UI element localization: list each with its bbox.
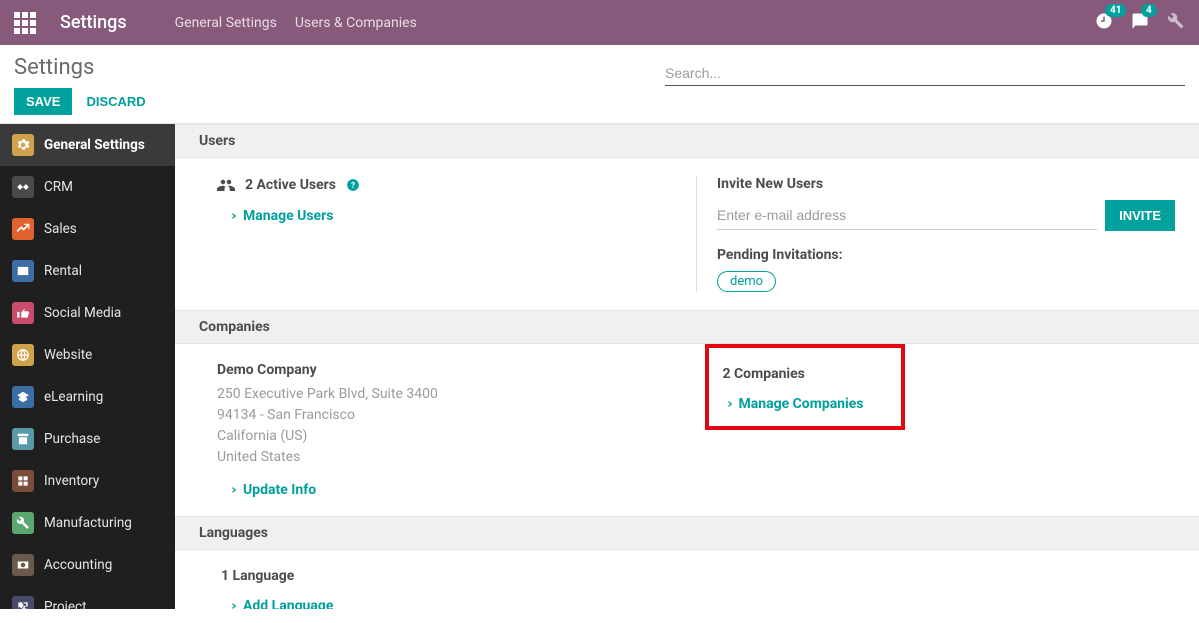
active-users-count: 2 Active Users (245, 177, 336, 193)
users-icon (217, 176, 235, 194)
companies-count: 2 Companies (723, 366, 887, 382)
add-language-link[interactable]: Add Language (227, 598, 676, 609)
help-icon[interactable]: ? (346, 178, 360, 192)
sidebar-item-label: Inventory (44, 473, 99, 489)
control-panel: Settings SAVE DISCARD (0, 45, 1199, 123)
thumbs-up-icon (12, 302, 34, 324)
company-address-line: 250 Executive Park Blvd, Suite 3400 (217, 384, 676, 405)
company-address-line: 94134 - San Francisco (217, 405, 676, 426)
settings-content: Users 2 Active Users ? Manage Users Invi… (175, 124, 1199, 609)
sidebar-item-label: Rental (44, 263, 82, 279)
sidebar-item-crm[interactable]: CRM (0, 166, 175, 208)
key-icon (12, 260, 34, 282)
manage-users-link[interactable]: Manage Users (227, 208, 675, 224)
activities-badge: 41 (1105, 4, 1126, 17)
sidebar-item-label: General Settings (44, 137, 145, 153)
topbar: Settings General Settings Users & Compan… (0, 0, 1199, 45)
sidebar-item-general-settings[interactable]: General Settings (0, 124, 175, 166)
sidebar-item-accounting[interactable]: Accounting (0, 544, 175, 586)
sidebar-item-inventory[interactable]: Inventory (0, 460, 175, 502)
handshake-icon (12, 176, 34, 198)
company-address-line: United States (217, 447, 676, 468)
sidebar-item-elearning[interactable]: eLearning (0, 376, 175, 418)
sidebar-item-purchase[interactable]: Purchase (0, 418, 175, 460)
discard-button[interactable]: DISCARD (86, 94, 145, 109)
invite-new-users-label: Invite New Users (717, 176, 1175, 192)
sidebar-item-website[interactable]: Website (0, 334, 175, 376)
pending-invitation-chip[interactable]: demo (717, 271, 776, 292)
cart-icon (12, 428, 34, 450)
sidebar-item-label: Website (44, 347, 92, 363)
sidebar-item-label: Accounting (44, 557, 112, 573)
highlight-annotation: 2 Companies Manage Companies (705, 344, 905, 430)
sidebar-item-sales[interactable]: Sales (0, 208, 175, 250)
search-input[interactable] (665, 61, 1185, 85)
boxes-icon (12, 470, 34, 492)
money-icon (12, 554, 34, 576)
apps-icon[interactable] (14, 12, 36, 34)
puzzle-icon (12, 596, 34, 609)
sidebar-item-social-media[interactable]: Social Media (0, 292, 175, 334)
globe-icon (12, 344, 34, 366)
sidebar-item-label: Project (44, 599, 87, 609)
section-companies-header: Companies (175, 310, 1199, 344)
graduation-icon (12, 386, 34, 408)
app-title: Settings (60, 12, 127, 33)
sidebar-item-manufacturing[interactable]: Manufacturing (0, 502, 175, 544)
section-users-header: Users (175, 124, 1199, 158)
company-address-line: California (US) (217, 426, 676, 447)
sidebar-item-label: Sales (44, 221, 77, 237)
sidebar-item-label: eLearning (44, 389, 103, 405)
nav-users-companies[interactable]: Users & Companies (295, 15, 417, 31)
arrow-right-icon (227, 485, 237, 495)
sidebar-item-label: Purchase (44, 431, 100, 447)
sidebar-item-label: Social Media (44, 305, 121, 321)
chart-icon (12, 218, 34, 240)
save-button[interactable]: SAVE (14, 88, 72, 115)
company-name: Demo Company (217, 362, 676, 378)
section-languages-header: Languages (175, 516, 1199, 550)
arrow-right-icon (227, 211, 237, 221)
debug-menu[interactable] (1167, 12, 1185, 34)
pending-invitations-label: Pending Invitations: (717, 247, 1175, 263)
svg-text:?: ? (351, 180, 355, 190)
sidebar-item-project[interactable]: Project (0, 586, 175, 609)
messages-badge: 4 (1141, 4, 1157, 17)
sidebar-item-label: CRM (44, 179, 73, 195)
arrow-right-icon (227, 601, 237, 609)
nav-general-settings[interactable]: General Settings (175, 15, 277, 31)
topbar-nav: General Settings Users & Companies (175, 15, 417, 31)
wrench-icon (12, 512, 34, 534)
sidebar-item-rental[interactable]: Rental (0, 250, 175, 292)
wrench-icon (1167, 12, 1185, 30)
manage-companies-link[interactable]: Manage Companies (723, 396, 887, 412)
invite-email-input[interactable] (717, 201, 1097, 230)
arrow-right-icon (723, 399, 733, 409)
update-info-link[interactable]: Update Info (227, 482, 676, 498)
languages-count: 1 Language (221, 568, 676, 584)
settings-sidebar: General Settings CRM Sales Rental Social… (0, 124, 175, 609)
messages-tray[interactable]: 4 (1131, 12, 1149, 34)
activities-tray[interactable]: 41 (1095, 12, 1113, 34)
page-title: Settings (14, 55, 665, 80)
invite-button[interactable]: INVITE (1105, 200, 1175, 231)
gear-icon (12, 134, 34, 156)
sidebar-item-label: Manufacturing (44, 515, 132, 531)
